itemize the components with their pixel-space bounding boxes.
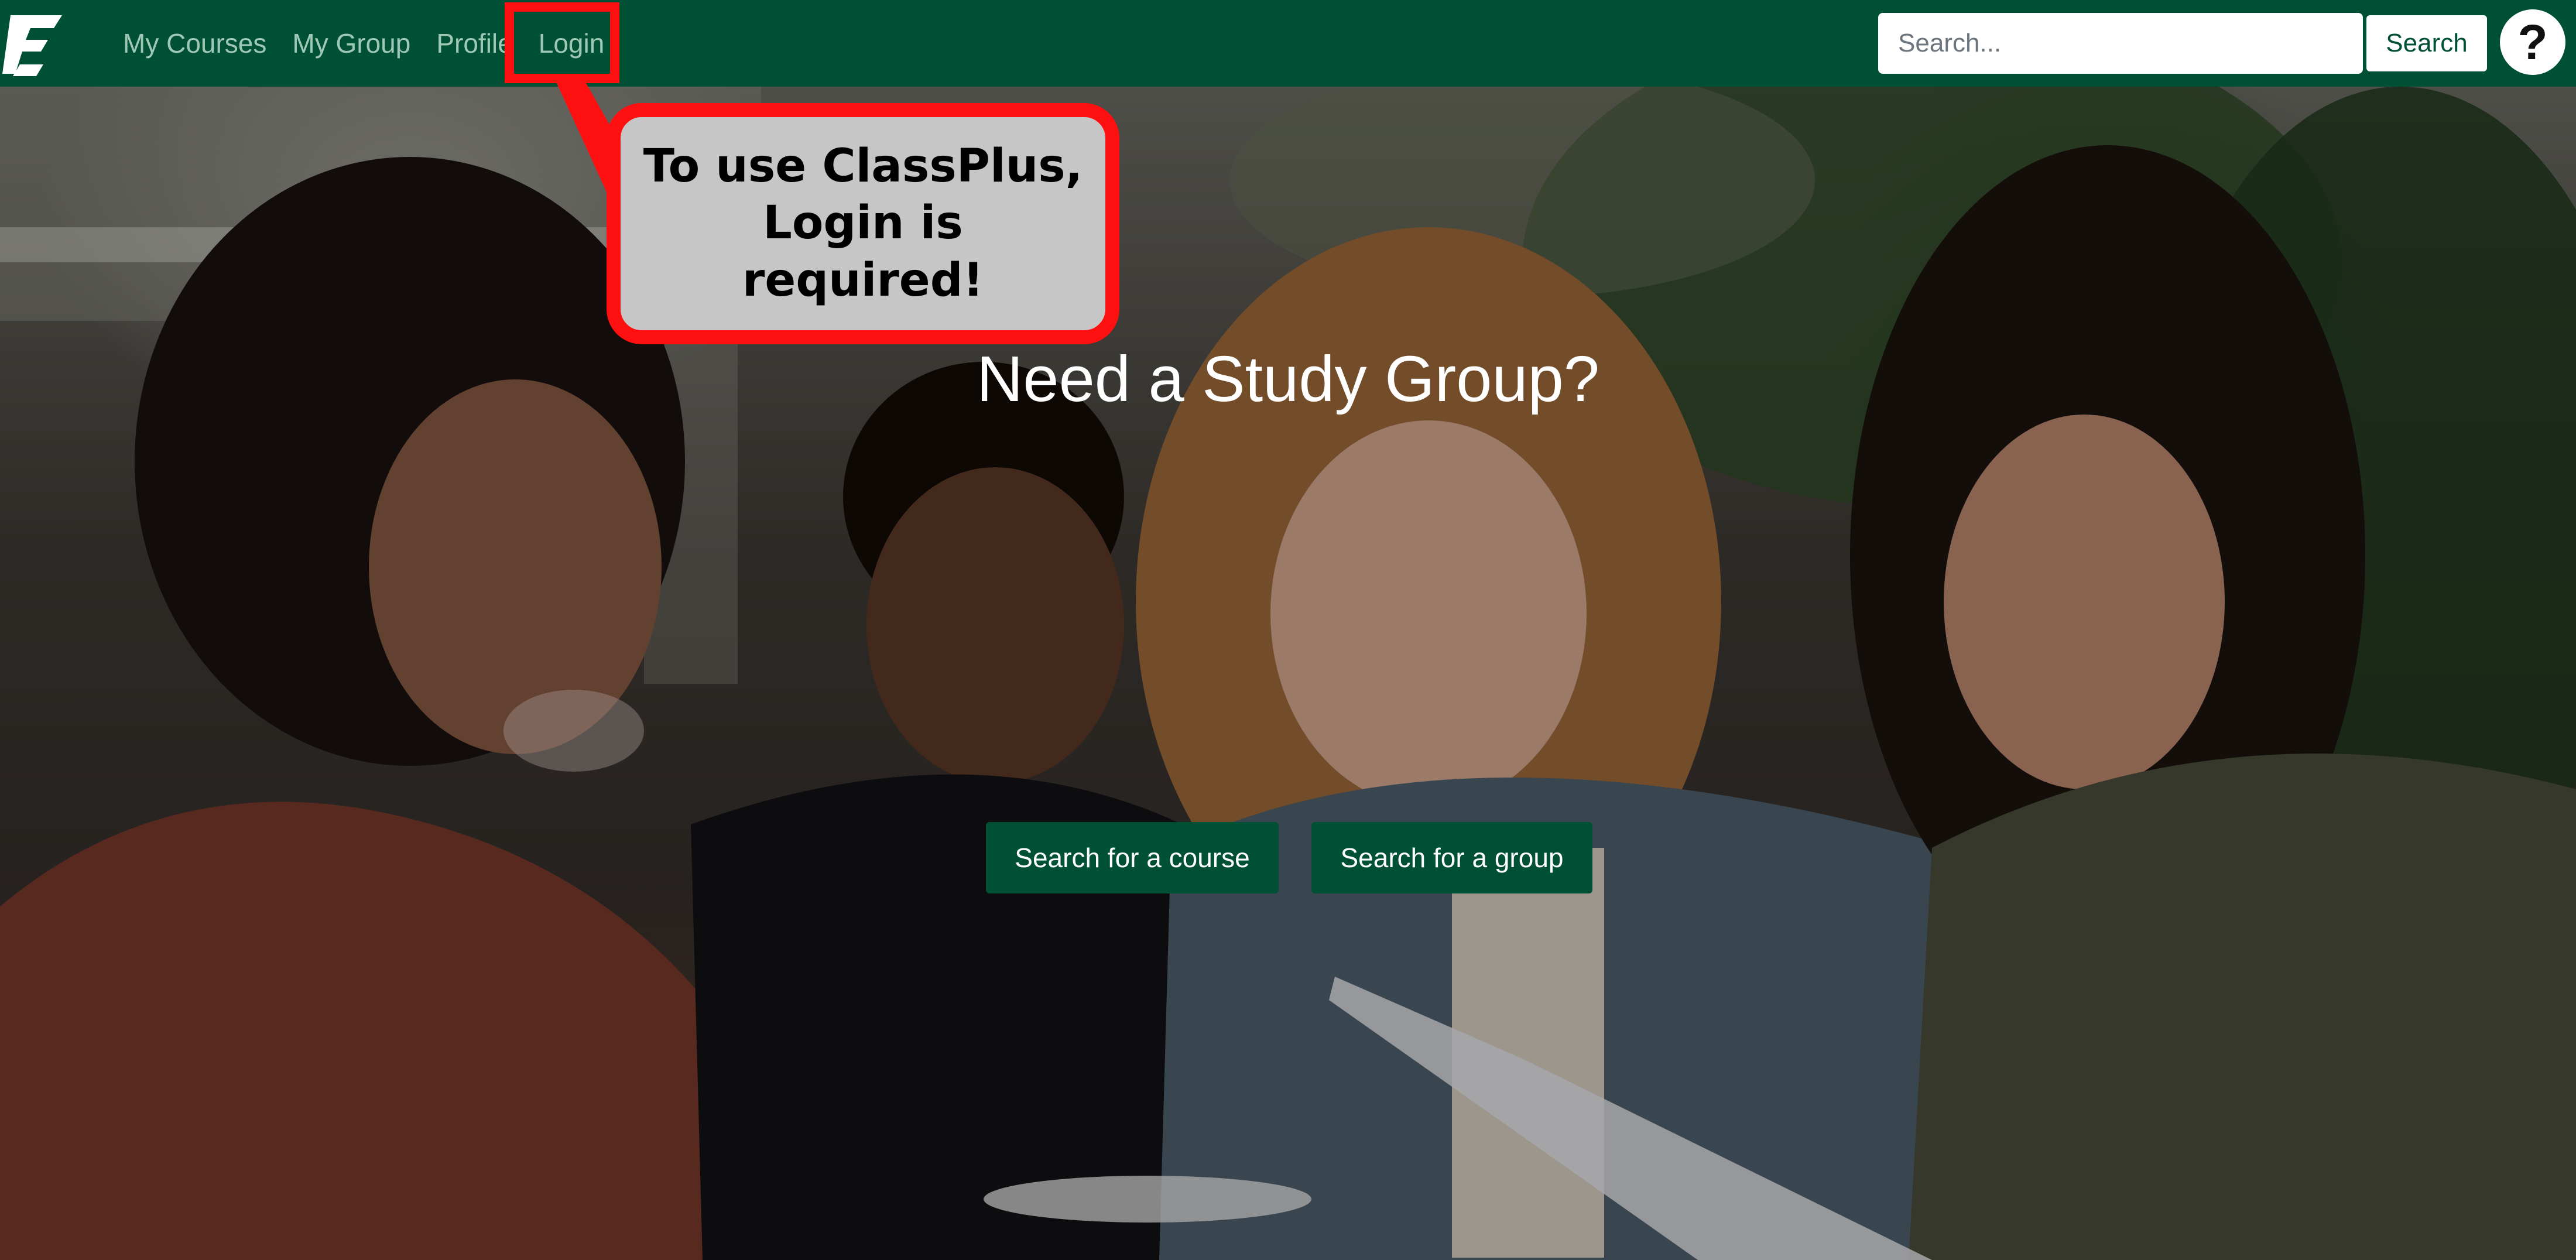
help-icon: ? — [2517, 15, 2548, 70]
search-course-button[interactable]: Search for a course — [986, 822, 1279, 893]
search-button[interactable]: Search — [2365, 14, 2488, 73]
search-input[interactable] — [1878, 13, 2363, 74]
university-logo-icon[interactable] — [2, 11, 63, 78]
help-button[interactable]: ? — [2500, 9, 2565, 75]
hero-title: Need a Study Group? — [976, 343, 1599, 415]
nav-my-group[interactable]: My Group — [292, 28, 410, 59]
top-navbar: My Courses My Group Profile Login Search… — [0, 0, 2576, 87]
login-highlight-box — [505, 2, 619, 83]
callout-text: To use ClassPlus, Login is required! — [643, 139, 1083, 307]
hero-section: Need a Study Group? Search for a course … — [0, 87, 2576, 1260]
hero-dark-overlay — [0, 87, 2576, 1260]
nav-profile[interactable]: Profile — [436, 28, 512, 59]
nav-my-courses[interactable]: My Courses — [123, 28, 266, 59]
search-group-button[interactable]: Search for a group — [1311, 822, 1592, 893]
login-required-callout: To use ClassPlus, Login is required! — [607, 103, 1119, 344]
